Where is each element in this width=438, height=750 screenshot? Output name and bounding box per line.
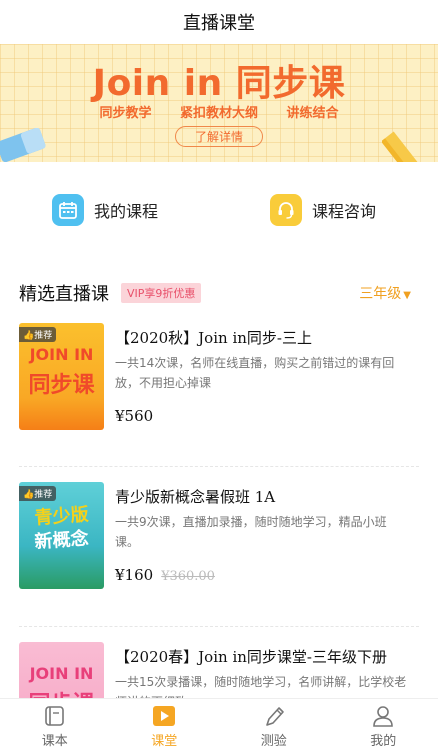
my-courses-link[interactable]: 我的课程 bbox=[52, 192, 158, 228]
pen-icon bbox=[265, 707, 284, 726]
course-item[interactable]: 青少版 新概念 👍推荐 青少版新概念暑假班 1A 一共9次课，直播加录播，随时随… bbox=[19, 482, 419, 592]
tab-textbook[interactable]: 课本 bbox=[0, 699, 110, 750]
banner-feature: 讲练结合 bbox=[286, 106, 339, 121]
eraser-icon bbox=[0, 128, 46, 162]
thumb-line: 同步课 bbox=[19, 686, 104, 698]
course-price: ¥160 bbox=[115, 566, 154, 584]
vip-badge: VIP享9折优惠 bbox=[121, 283, 202, 303]
book-icon bbox=[44, 706, 64, 726]
thumbs-up-icon: 👍 bbox=[23, 490, 35, 500]
course-item[interactable]: JOIN IN 同步课 👍推荐 【2020秋】Join in同步-三上 一共14… bbox=[19, 323, 419, 433]
learn-more-button[interactable]: 了解详情 bbox=[175, 126, 263, 147]
tab-label: 我的 bbox=[370, 734, 397, 749]
tab-label: 课堂 bbox=[151, 734, 178, 749]
thumb-line: 同步课 bbox=[28, 373, 95, 398]
course-consult-link[interactable]: 课程咨询 bbox=[270, 192, 376, 228]
recommend-tag: 👍推荐 bbox=[19, 486, 57, 501]
title-bar: 直播课堂 bbox=[0, 0, 438, 44]
course-consult-label: 课程咨询 bbox=[312, 202, 377, 221]
thumb-line: JOIN IN bbox=[29, 345, 94, 364]
thumbs-up-icon: 👍 bbox=[23, 331, 35, 341]
course-title: 【2020春】Join in同步课堂-三年级下册 bbox=[115, 648, 387, 666]
play-icon bbox=[153, 706, 176, 726]
section-title: 精选直播课 bbox=[19, 284, 109, 305]
divider bbox=[19, 626, 419, 627]
course-price-row: ¥560 bbox=[115, 407, 153, 425]
divider bbox=[19, 466, 419, 467]
section-header: 精选直播课 VIP享9折优惠 三年级 ▼ bbox=[19, 280, 419, 306]
tab-quiz[interactable]: 测验 bbox=[219, 699, 329, 750]
course-price-row: ¥160 ¥360.00 bbox=[115, 566, 215, 584]
calendar-icon bbox=[52, 194, 84, 226]
recommend-tag-label: 推荐 bbox=[34, 490, 53, 500]
course-description: 一共9次课，直播加录播，随时随地学习，精品小班课。 bbox=[115, 515, 387, 549]
banner-feature: 紧扣教材大纲 bbox=[179, 106, 258, 121]
course-item[interactable]: JOIN IN 同步课 【2020春】Join in同步课堂-三年级下册 一共1… bbox=[19, 642, 419, 698]
course-thumbnail: JOIN IN 同步课 👍推荐 bbox=[19, 323, 104, 430]
thumb-line: 新概念 bbox=[33, 528, 90, 553]
my-courses-label: 我的课程 bbox=[94, 202, 159, 221]
course-description: 一共15次录播课，随时随地学习，名师讲解，比学校老师讲的更细致 bbox=[115, 675, 407, 698]
course-price: ¥560 bbox=[115, 407, 154, 425]
tab-label: 测验 bbox=[260, 734, 287, 749]
original-price: ¥360.00 bbox=[161, 569, 215, 584]
banner-headline: Join in 同步课 bbox=[92, 63, 346, 104]
grade-filter[interactable]: 三年级 ▼ bbox=[359, 283, 411, 303]
recommend-tag-label: 推荐 bbox=[34, 331, 53, 341]
pencil-icon bbox=[382, 131, 431, 162]
caret-down-icon: ▼ bbox=[403, 290, 411, 301]
thumb-line: JOIN IN bbox=[29, 664, 94, 683]
tab-label: 课本 bbox=[41, 734, 68, 749]
banner-features: 同步教学 紧扣教材大纲 讲练结合 bbox=[0, 102, 438, 121]
course-thumbnail: 青少版 新概念 👍推荐 bbox=[19, 482, 104, 589]
course-title: 青少版新概念暑假班 1A bbox=[115, 488, 276, 506]
course-title: 【2020秋】Join in同步-三上 bbox=[115, 329, 312, 347]
course-thumbnail: JOIN IN 同步课 bbox=[19, 642, 104, 698]
headset-icon bbox=[270, 194, 302, 226]
tab-classroom[interactable]: 课堂 bbox=[110, 699, 220, 750]
bottom-tab-bar: 课本 课堂 测验 我的 bbox=[0, 698, 438, 750]
banner-feature: 同步教学 bbox=[99, 106, 152, 121]
course-description: 一共14次课，名师在线直播，购买之前错过的课有回放，不用担心掉课 bbox=[115, 356, 395, 390]
page-title: 直播课堂 bbox=[183, 13, 255, 34]
user-icon bbox=[373, 706, 394, 727]
promo-banner[interactable]: Join in 同步课 同步教学 紧扣教材大纲 讲练结合 了解详情 bbox=[0, 44, 438, 162]
tab-profile[interactable]: 我的 bbox=[329, 699, 438, 750]
recommend-tag: 👍推荐 bbox=[19, 327, 57, 342]
grade-filter-label: 三年级 bbox=[359, 286, 402, 302]
